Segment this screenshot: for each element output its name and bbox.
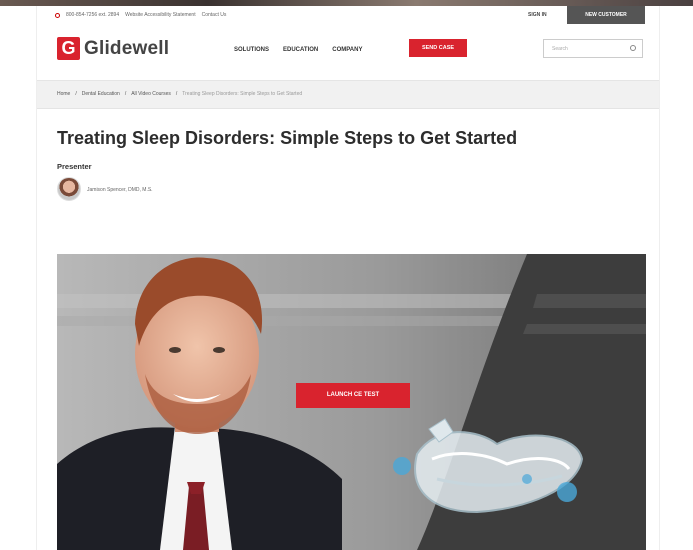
breadcrumb-separator: /: [124, 91, 127, 97]
breadcrumb-home[interactable]: Home: [57, 91, 70, 97]
search-icon[interactable]: [630, 45, 636, 51]
nav-company[interactable]: COMPANY: [332, 47, 362, 53]
search-input[interactable]: Search: [552, 46, 568, 52]
presenter-name[interactable]: Jamison Spencer, DMD, M.S.: [87, 187, 153, 193]
logo-mark: G: [57, 37, 80, 60]
search-box[interactable]: Search: [543, 39, 643, 58]
main-navigation: G Glidewell SOLUTIONS EDUCATION COMPANY …: [37, 24, 659, 81]
contact-link[interactable]: Contact Us: [202, 12, 227, 18]
phone-icon: [55, 12, 60, 18]
page-title: Treating Sleep Disorders: Simple Steps t…: [57, 128, 518, 148]
breadcrumb-current: Treating Sleep Disorders: Simple Steps t…: [182, 91, 303, 97]
breadcrumb-separator: /: [75, 91, 77, 97]
breadcrumb-all-video-courses[interactable]: All Video Courses: [131, 91, 171, 97]
nav-solutions[interactable]: SOLUTIONS: [234, 47, 269, 53]
webpage: 800-854-7256 ext. 2894 Website Accessibi…: [36, 6, 660, 550]
presenter-avatar[interactable]: [57, 177, 81, 201]
presenter-label: Presenter: [57, 162, 92, 171]
phone-link[interactable]: 800-854-7256 ext. 2894: [66, 12, 119, 18]
breadcrumb-bar: Home / Dental Education / All Video Cour…: [37, 81, 659, 109]
launch-ce-test-button[interactable]: LAUNCH CE TEST: [296, 383, 410, 408]
accessibility-link[interactable]: Website Accessibility Statement: [125, 12, 196, 18]
utility-bar: 800-854-7256 ext. 2894 Website Accessibi…: [37, 6, 659, 24]
breadcrumb-dental-education[interactable]: Dental Education: [82, 91, 120, 97]
new-customer-button[interactable]: NEW CUSTOMER: [567, 6, 645, 24]
glidewell-logo[interactable]: G Glidewell: [57, 37, 169, 60]
sign-in-link[interactable]: SIGN IN: [528, 12, 547, 18]
nav-education[interactable]: EDUCATION: [283, 47, 318, 53]
send-case-button[interactable]: SEND CASE: [409, 39, 467, 57]
breadcrumb-separator: /: [175, 91, 178, 97]
course-hero-banner: LAUNCH CE TEST: [57, 254, 646, 550]
breadcrumb: Home / Dental Education / All Video Cour…: [57, 91, 302, 97]
logo-text: Glidewell: [84, 37, 170, 59]
